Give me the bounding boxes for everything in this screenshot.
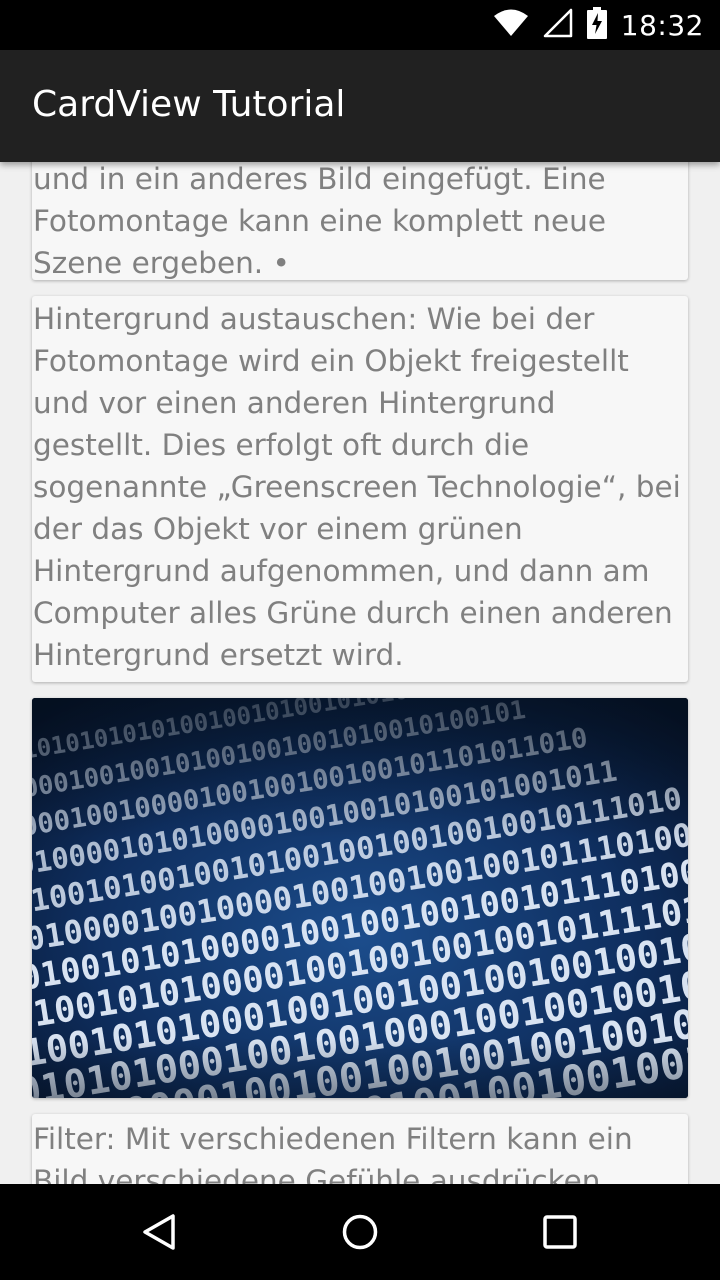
battery-charging-icon — [586, 7, 607, 43]
card[interactable]: Fotomontage: Ein Objekt wird freigestell… — [32, 162, 688, 280]
app-bar: CardView Tutorial — [0, 50, 720, 162]
card-text: Fotomontage: Ein Objekt wird freigestell… — [33, 162, 607, 280]
status-bar: 18:32 — [0, 0, 720, 50]
recents-icon — [543, 1215, 577, 1249]
back-icon — [143, 1214, 175, 1250]
card[interactable]: Filter: Mit verschiedenen Filtern kann e… — [32, 1114, 688, 1184]
wifi-icon — [493, 9, 529, 41]
card-text: Filter: Mit verschiedenen Filtern kann e… — [33, 1122, 633, 1184]
card-text: Hintergrund austauschen: Wie bei der Fot… — [33, 302, 681, 672]
navigation-bar — [0, 1184, 720, 1280]
binary-code-image: 1010101010101010010010100101010010101000… — [32, 698, 688, 1098]
home-icon — [342, 1214, 378, 1250]
status-time: 18:32 — [620, 8, 704, 42]
app-title: CardView Tutorial — [32, 84, 346, 125]
status-icons: 18:32 — [493, 0, 704, 50]
recents-button[interactable] — [530, 1202, 590, 1262]
home-button[interactable] — [330, 1202, 390, 1262]
back-button[interactable] — [130, 1202, 190, 1262]
signal-icon — [543, 8, 573, 42]
card[interactable]: 1010101010101010010010100101010010101000… — [32, 698, 688, 1098]
card-list[interactable]: Fotomontage: Ein Objekt wird freigestell… — [0, 162, 720, 1184]
card[interactable]: Hintergrund austauschen: Wie bei der Fot… — [32, 296, 688, 682]
